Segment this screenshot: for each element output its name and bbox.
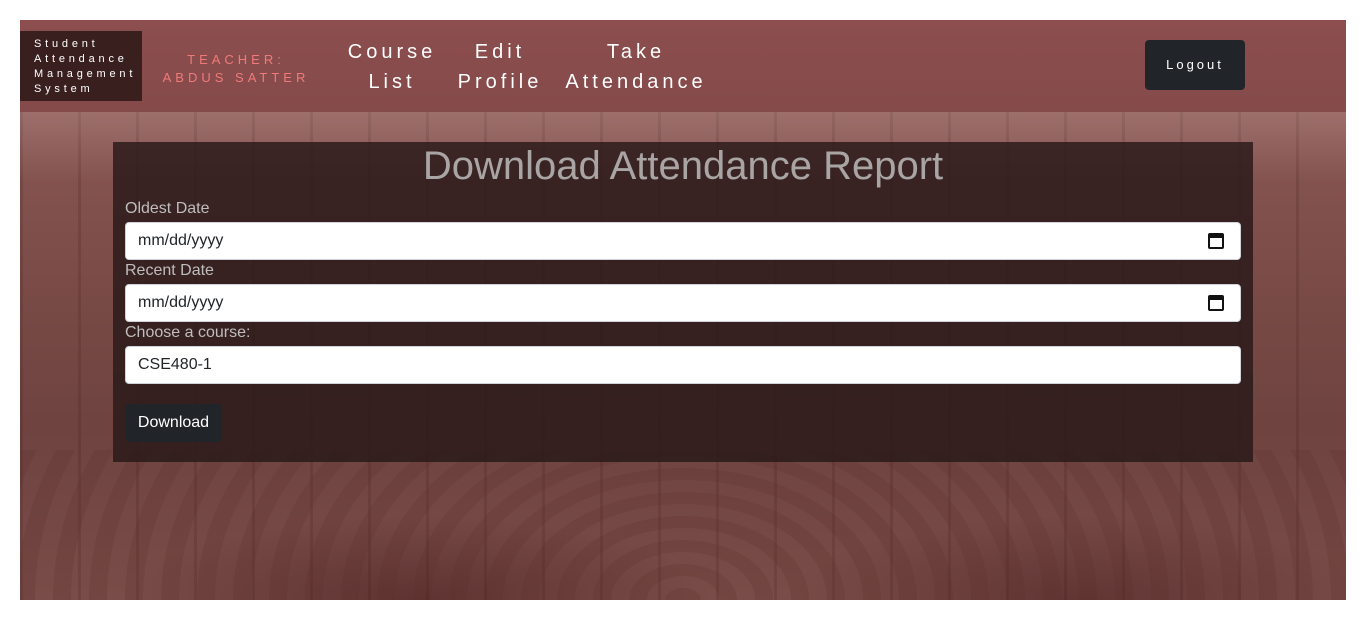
brand-line: Student (34, 38, 99, 50)
oldest-date-input[interactable]: mm/dd/yyyy (125, 222, 1241, 260)
recent-date-label: Recent Date (125, 262, 214, 279)
nav-edit-profile[interactable]: Edit Profile (452, 37, 548, 97)
oldest-date-value: mm/dd/yyyy (138, 232, 224, 249)
recent-date-input[interactable]: mm/dd/yyyy (125, 284, 1241, 322)
brand-line: Management (34, 68, 137, 80)
brand-line: Attendance (34, 53, 128, 65)
course-select-value: CSE480-1 (138, 356, 212, 373)
calendar-icon[interactable] (1208, 233, 1224, 249)
brand-line: System (34, 83, 94, 95)
download-button[interactable]: Download (125, 404, 222, 442)
oldest-date-label: Oldest Date (125, 200, 210, 217)
nav-take-attendance-line: Attendance (565, 71, 707, 93)
teacher-name: TEACHER: ABDUS SATTER (160, 51, 312, 87)
nav-course-list[interactable]: Course List (342, 37, 442, 97)
teacher-value: ABDUS SATTER (162, 70, 310, 85)
navbar: Student Attendance Management System TEA… (20, 20, 1346, 112)
nav-take-attendance[interactable]: Take Attendance (560, 37, 712, 97)
page-background: Student Attendance Management System TEA… (20, 20, 1346, 600)
calendar-icon[interactable] (1208, 295, 1224, 311)
teacher-label: TEACHER: (187, 52, 285, 67)
nav-take-attendance-line: Take (606, 41, 666, 63)
nav-course-list-line: Course (347, 41, 437, 63)
download-report-form: Download Attendance Report Oldest Date m… (113, 142, 1253, 462)
page-title: Download Attendance Report (422, 144, 944, 188)
nav-course-list-line: List (368, 71, 416, 93)
nav-edit-profile-line: Edit (474, 41, 526, 63)
brand-logo[interactable]: Student Attendance Management System (20, 31, 142, 101)
nav-edit-profile-line: Profile (457, 71, 543, 93)
course-select-label: Choose a course: (125, 324, 251, 341)
logout-button[interactable]: Logout (1145, 40, 1245, 90)
recent-date-value: mm/dd/yyyy (138, 294, 224, 311)
course-select[interactable]: CSE480-1 (125, 346, 1241, 384)
